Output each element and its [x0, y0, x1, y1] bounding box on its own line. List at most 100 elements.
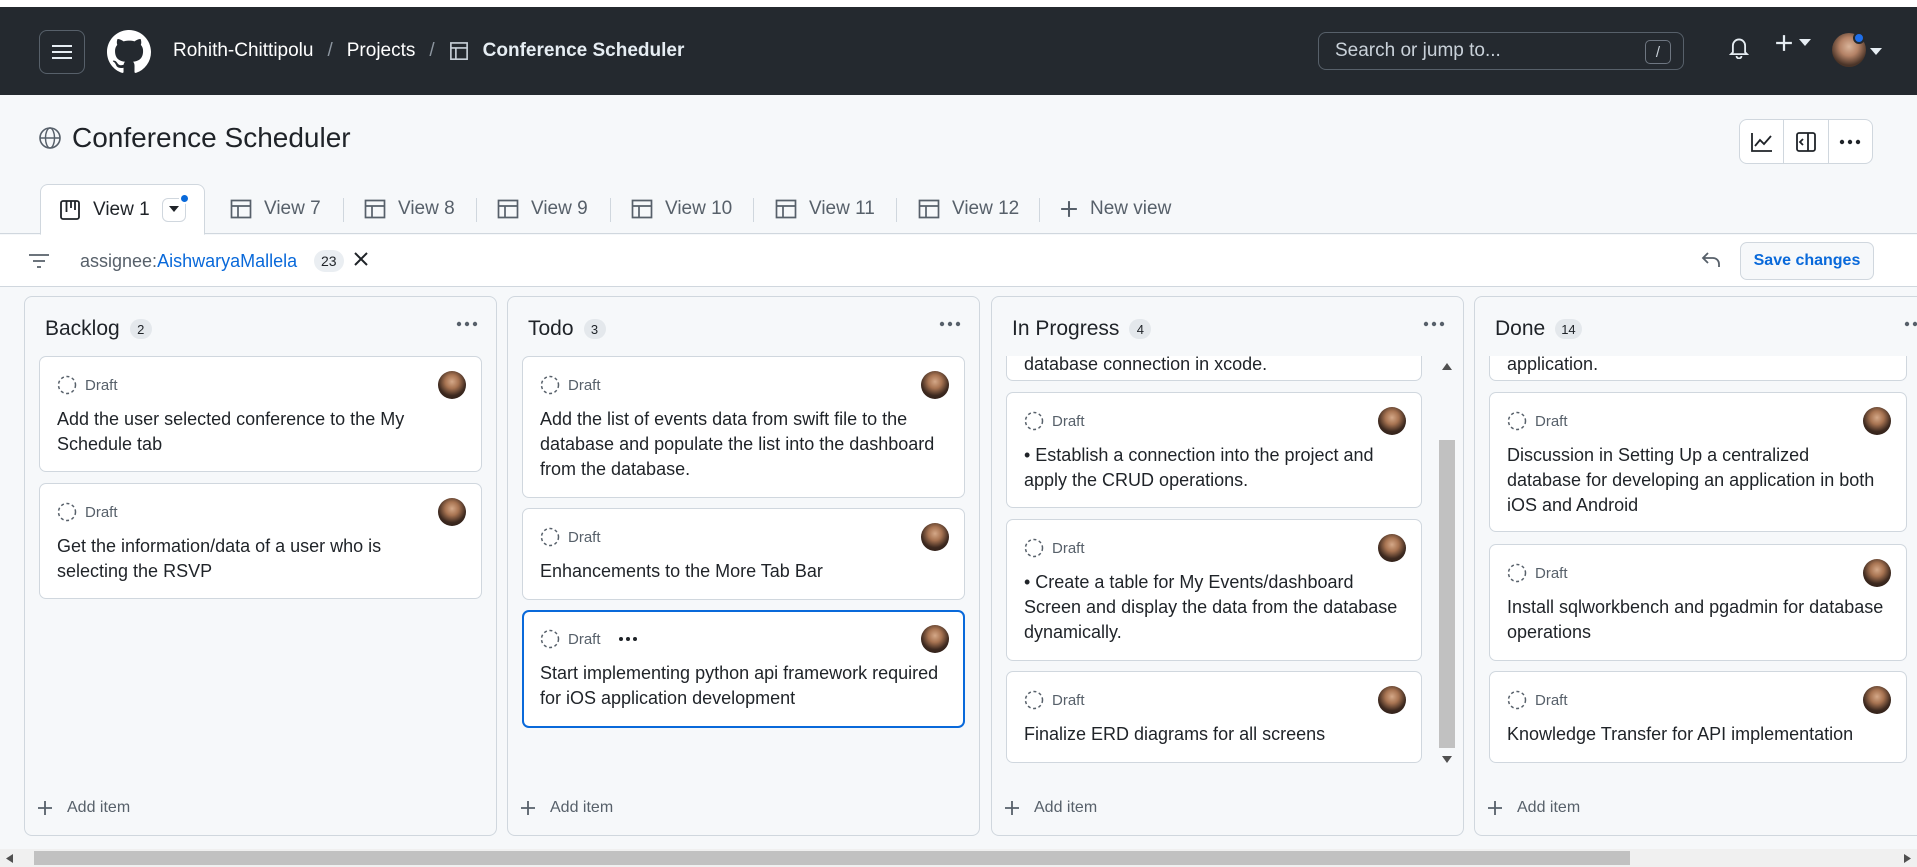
assignee-avatar[interactable]: [921, 371, 949, 399]
search-input[interactable]: Search or jump to... /: [1318, 32, 1684, 70]
add-item-label: Add item: [550, 799, 614, 816]
card-title[interactable]: Knowledge Transfer for API implementatio…: [1507, 722, 1897, 747]
tab-label: View 7: [264, 198, 321, 219]
tab-view-10[interactable]: View 10: [631, 184, 732, 234]
card-title[interactable]: • Create a table for My Events/dashboard…: [1024, 570, 1404, 645]
assignee-avatar[interactable]: [1863, 407, 1891, 435]
tab-view-1[interactable]: View 1: [40, 184, 205, 235]
add-item-button[interactable]: Add item: [1004, 799, 1097, 817]
horizontal-scrollbar[interactable]: [0, 849, 1917, 867]
kebab-horizontal-icon[interactable]: [1904, 321, 1917, 327]
card-title[interactable]: Enhancements to the More Tab Bar: [540, 559, 940, 584]
breadcrumb-owner[interactable]: Rohith-Chittipolu: [173, 40, 313, 62]
status-label: Draft: [1535, 691, 1568, 709]
tab-view-7[interactable]: View 7: [230, 184, 321, 234]
tab-view-12[interactable]: View 12: [918, 184, 1019, 234]
column-scrollbar[interactable]: [1438, 356, 1456, 772]
card-title[interactable]: Finalize ERD diagrams for all screens: [1024, 722, 1404, 747]
card-selected[interactable]: Draft Start implementing python api fram…: [522, 610, 965, 728]
card-title[interactable]: Add the user selected conference to the …: [57, 407, 457, 457]
card[interactable]: Draft Enhancements to the More Tab Bar: [522, 508, 965, 600]
assignee-avatar[interactable]: [1378, 534, 1406, 562]
kebab-horizontal-icon[interactable]: [1423, 321, 1445, 327]
card[interactable]: Draft Knowledge Transfer for API impleme…: [1489, 671, 1907, 763]
card[interactable]: Draft Install sqlworkbench and pgadmin f…: [1489, 544, 1907, 661]
card-title[interactable]: Get the information/data of a user who i…: [57, 534, 457, 584]
breadcrumb-project[interactable]: Conference Scheduler: [483, 40, 685, 62]
filter-result-count: 23: [314, 250, 344, 272]
assignee-avatar[interactable]: [921, 625, 949, 653]
tab-divider: [753, 198, 754, 222]
assignee-avatar[interactable]: [438, 371, 466, 399]
close-icon[interactable]: [351, 249, 371, 269]
search-placeholder: Search or jump to...: [1335, 40, 1501, 61]
card-status: Draft: [1024, 411, 1085, 431]
new-view-button[interactable]: New view: [1060, 184, 1171, 234]
tab-label: View 8: [398, 198, 455, 219]
card-partial[interactable]: database connection in xcode.: [1006, 356, 1422, 381]
card-title[interactable]: Add the list of events data from swift f…: [540, 407, 940, 482]
filter-key: assignee:: [80, 251, 158, 271]
card[interactable]: Draft • Establish a connection into the …: [1006, 392, 1422, 508]
card-title[interactable]: Install sqlworkbench and pgadmin for dat…: [1507, 595, 1887, 645]
github-logo-icon[interactable]: [107, 30, 151, 74]
card[interactable]: Draft Finalize ERD diagrams for all scre…: [1006, 671, 1422, 763]
view-options-button[interactable]: [161, 192, 190, 222]
card-menu-icon[interactable]: [618, 637, 637, 641]
tab-view-9[interactable]: View 9: [497, 184, 588, 234]
side-panel-button[interactable]: [1784, 120, 1829, 163]
card-title[interactable]: Start implementing python api framework …: [540, 661, 940, 711]
scrollbar-thumb[interactable]: [1439, 440, 1455, 748]
column-header: Todo 3: [528, 317, 606, 341]
insights-button[interactable]: [1740, 120, 1785, 163]
card[interactable]: Draft Discussion in Setting Up a central…: [1489, 392, 1907, 532]
scroll-up-icon[interactable]: [1442, 363, 1452, 370]
assignee-avatar[interactable]: [1863, 686, 1891, 714]
filter-icon[interactable]: [28, 251, 50, 271]
tab-label: View 11: [809, 198, 875, 219]
scrollbar-thumb[interactable]: [34, 851, 1630, 865]
card-title[interactable]: database connection in xcode.: [1024, 356, 1424, 377]
card[interactable]: Draft Get the information/data of a user…: [39, 483, 482, 599]
add-item-button[interactable]: Add item: [520, 799, 613, 817]
assignee-avatar[interactable]: [1378, 407, 1406, 435]
create-new-button[interactable]: [1775, 34, 1811, 52]
tab-view-8[interactable]: View 8: [364, 184, 455, 234]
breadcrumb-projects[interactable]: Projects: [347, 40, 416, 62]
more-options-button[interactable]: [1829, 120, 1872, 163]
card[interactable]: Draft Add the user selected conference t…: [39, 356, 482, 472]
add-item-button[interactable]: Add item: [1487, 799, 1580, 817]
assignee-avatar[interactable]: [1378, 686, 1406, 714]
card-title[interactable]: application.: [1507, 356, 1907, 377]
filter-input[interactable]: assignee:AishwaryaMallela: [80, 251, 297, 272]
scroll-right-icon[interactable]: [1904, 854, 1911, 863]
draft-circle-icon: [57, 502, 77, 522]
tab-divider: [610, 198, 611, 222]
undo-icon[interactable]: [1700, 250, 1722, 270]
kebab-horizontal-icon[interactable]: [456, 321, 478, 327]
table-icon: [918, 199, 940, 219]
assignee-avatar[interactable]: [438, 498, 466, 526]
card-status: Draft: [540, 375, 601, 395]
card[interactable]: Draft • Create a table for My Events/das…: [1006, 519, 1422, 661]
card[interactable]: Draft Add the list of events data from s…: [522, 356, 965, 498]
save-changes-button[interactable]: Save changes: [1740, 242, 1874, 280]
add-item-button[interactable]: Add item: [37, 799, 130, 817]
bell-icon[interactable]: [1729, 37, 1749, 59]
kebab-horizontal-icon[interactable]: [939, 321, 961, 327]
board-icon: [60, 199, 80, 220]
column-name: Todo: [528, 317, 574, 340]
add-item-label: Add item: [1517, 799, 1581, 816]
assignee-avatar[interactable]: [1863, 559, 1891, 587]
tab-view-11[interactable]: View 11: [775, 184, 875, 234]
card-title[interactable]: Discussion in Setting Up a centralized d…: [1507, 443, 1887, 518]
assignee-avatar[interactable]: [921, 523, 949, 551]
scroll-down-icon[interactable]: [1442, 756, 1452, 763]
menu-button[interactable]: [39, 30, 85, 74]
card-partial[interactable]: application.: [1489, 356, 1907, 381]
tab-divider: [1039, 198, 1040, 222]
draft-circle-icon: [540, 629, 560, 649]
card-title[interactable]: • Establish a connection into the projec…: [1024, 443, 1404, 493]
scroll-left-icon[interactable]: [6, 854, 13, 863]
chevron-down-icon[interactable]: [1870, 48, 1882, 56]
